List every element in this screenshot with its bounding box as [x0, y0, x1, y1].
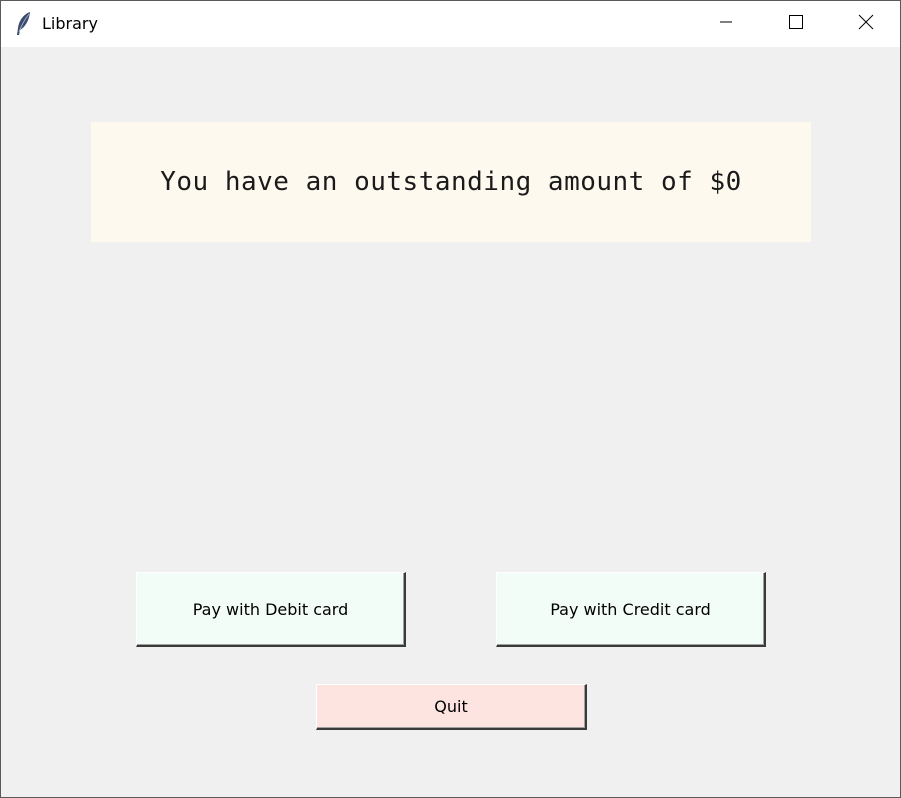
outstanding-amount-panel: You have an outstanding amount of $0 [91, 122, 811, 242]
close-button[interactable] [831, 1, 900, 47]
app-window: Library You have an outstanding amount o… [0, 0, 901, 798]
title-bar[interactable]: Library [1, 1, 900, 47]
outstanding-amount-label: You have an outstanding amount of $0 [160, 167, 742, 197]
pay-credit-button[interactable]: Pay with Credit card [496, 572, 766, 647]
maximize-icon [788, 14, 804, 34]
window-title: Library [42, 14, 98, 33]
minimize-button[interactable] [691, 1, 761, 47]
pay-debit-button[interactable]: Pay with Debit card [136, 572, 406, 647]
minimize-icon [718, 14, 734, 34]
quit-button[interactable]: Quit [316, 684, 587, 730]
maximize-button[interactable] [761, 1, 831, 47]
close-icon [858, 14, 874, 34]
feather-icon [15, 11, 33, 37]
